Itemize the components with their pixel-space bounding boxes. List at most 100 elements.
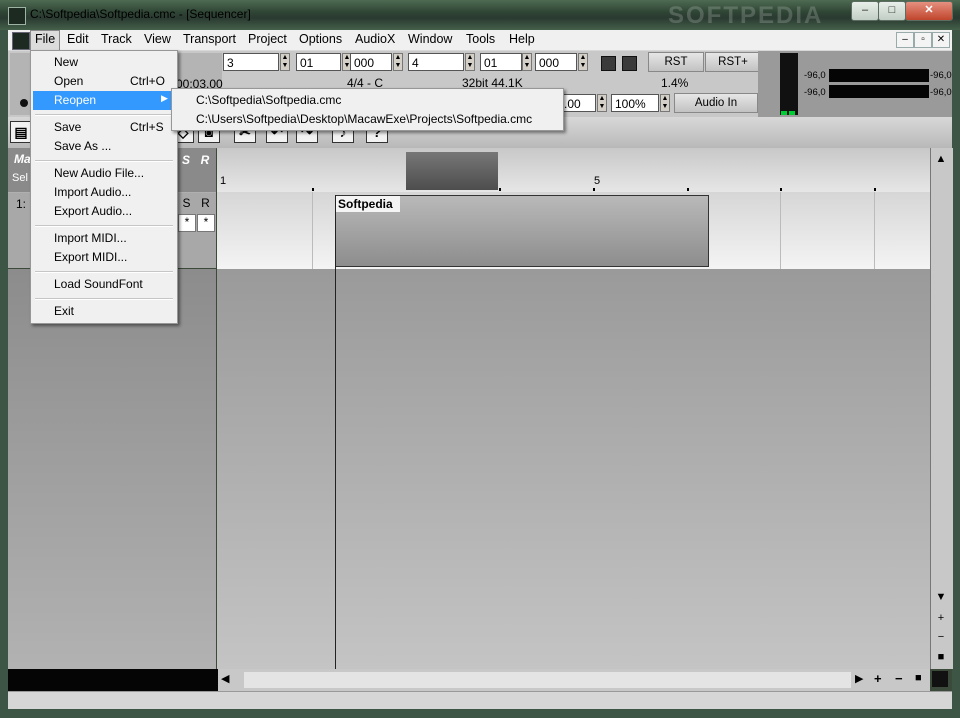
end-tick-spinner[interactable]: ▲ ▼ xyxy=(578,53,588,71)
menu-window[interactable]: Window xyxy=(408,32,452,46)
cpu-usage-readout: 1.4% xyxy=(661,76,689,90)
start-bar-field[interactable]: 3 xyxy=(223,53,279,71)
track-record-button[interactable]: R xyxy=(197,196,214,212)
start-tick-spinner[interactable]: ▲ ▼ xyxy=(393,53,403,71)
horizontal-scroll-thumb[interactable] xyxy=(244,672,851,688)
recent-file-2[interactable]: C:\Users\Softpedia\Desktop\MacawExe\Proj… xyxy=(196,112,532,126)
zoom-in-horizontal-icon[interactable]: + xyxy=(874,671,882,686)
meter-left-bar xyxy=(829,69,929,82)
menu-item-import-midi[interactable]: Import MIDI... xyxy=(54,231,127,245)
menu-project[interactable]: Project xyxy=(248,32,287,46)
menu-transport[interactable]: Transport xyxy=(183,32,236,46)
meter-left-db-label: -96,0 xyxy=(804,70,826,81)
punch-toggle-icon[interactable] xyxy=(622,56,637,71)
zoom-out-horizontal-icon[interactable]: − xyxy=(895,671,903,686)
scroll-left-icon[interactable]: ◀ xyxy=(221,672,229,685)
zoom-out-vertical-icon[interactable]: − xyxy=(933,629,949,645)
clip-label: Softpedia xyxy=(336,196,400,212)
zoom-fit-vertical-icon[interactable]: ■ xyxy=(933,649,949,665)
menu-bar: File Edit Track View Transport Project O… xyxy=(8,30,952,52)
menu-item-exit[interactable]: Exit xyxy=(54,304,74,318)
menu-options[interactable]: Options xyxy=(299,32,342,46)
start-bar-spinner[interactable]: ▲ ▼ xyxy=(280,53,290,71)
meter-green-left xyxy=(781,111,787,115)
rst-plus-button[interactable]: RST+ xyxy=(705,52,761,72)
scroll-down-icon[interactable]: ▼ xyxy=(933,589,949,605)
menu-item-open[interactable]: Open xyxy=(54,74,83,88)
zoom-fit-horizontal-icon[interactable]: ■ xyxy=(915,672,922,684)
mdi-close-button[interactable]: ✕ xyxy=(932,32,950,48)
menu-item-save-shortcut: Ctrl+S xyxy=(130,120,164,134)
end-beat-field[interactable]: 01 xyxy=(480,53,522,71)
menu-item-save[interactable]: Save xyxy=(54,120,81,134)
reopen-submenu: C:\Softpedia\Softpedia.cmc C:\Users\Soft… xyxy=(171,88,564,131)
window-title: C:\Softpedia\Softpedia.cmc - [Sequencer] xyxy=(30,7,251,21)
record-indicator-icon[interactable] xyxy=(20,99,28,107)
end-tick-field[interactable]: 000 xyxy=(535,53,577,71)
end-beat-spinner[interactable]: ▲ ▼ xyxy=(522,53,532,71)
softpedia-watermark: SOFTPEDIA xyxy=(668,2,824,29)
menu-separator xyxy=(35,271,173,273)
menu-item-export-midi[interactable]: Export MIDI... xyxy=(54,250,127,264)
audio-in-button[interactable]: Audio In xyxy=(674,93,758,113)
zoom-in-vertical-icon[interactable]: + xyxy=(933,610,949,626)
timeline-ruler[interactable]: 1 5 xyxy=(217,148,930,192)
status-bar xyxy=(8,691,952,709)
tempo-spinner[interactable]: ▲ ▼ xyxy=(597,94,607,112)
mdi-child-icon[interactable] xyxy=(12,32,30,50)
ruler-tick xyxy=(312,188,314,191)
arrange-area[interactable] xyxy=(217,269,930,669)
tempo-field[interactable]: .00 xyxy=(560,94,596,112)
track-solo-mark[interactable]: * xyxy=(178,214,196,232)
record-all-button[interactable]: R xyxy=(197,152,213,168)
recent-file-1[interactable]: C:\Softpedia\Softpedia.cmc xyxy=(196,93,341,107)
mdi-restore-button[interactable]: ▫ xyxy=(914,32,932,48)
bar-1-label: 1 xyxy=(220,175,227,187)
rst-button[interactable]: RST xyxy=(648,52,704,72)
app-icon[interactable] xyxy=(8,7,26,25)
track-header-title: Ma xyxy=(14,152,31,166)
maximize-button[interactable]: □ xyxy=(878,1,906,21)
menu-edit[interactable]: Edit xyxy=(67,32,89,46)
meter-left-db-peak: -96,0 xyxy=(930,70,952,81)
menu-view[interactable]: View xyxy=(144,32,171,46)
menu-item-save-as[interactable]: Save As ... xyxy=(54,139,111,153)
vertical-scrollbar[interactable]: ▲ ▼ + − ■ xyxy=(930,148,953,669)
horizontal-scrollbar[interactable]: ◀ ▶ + − ■ xyxy=(218,669,930,691)
menu-track[interactable]: Track xyxy=(101,32,132,46)
level-meter-panel: -96,0 -96,0 -96,0 -96,0 xyxy=(758,51,952,117)
menu-separator xyxy=(35,298,173,300)
end-bar-spinner[interactable]: ▲ ▼ xyxy=(465,53,475,71)
menu-item-new-audio-file[interactable]: New Audio File... xyxy=(54,166,144,180)
close-button[interactable]: ✕ xyxy=(905,1,953,21)
scroll-up-icon[interactable]: ▲ xyxy=(933,151,949,167)
mdi-minimize-button[interactable]: – xyxy=(896,32,914,48)
menu-tools[interactable]: Tools xyxy=(466,32,495,46)
grid-line xyxy=(312,192,313,269)
track-record-mark[interactable]: * xyxy=(197,214,215,232)
menu-file[interactable]: File xyxy=(30,30,61,52)
scroll-right-icon[interactable]: ▶ xyxy=(855,672,863,685)
menu-item-reopen[interactable]: Reopen xyxy=(54,93,96,107)
menu-audiox[interactable]: AudioX xyxy=(355,32,395,46)
solo-all-button[interactable]: S xyxy=(178,152,194,168)
track-solo-button[interactable]: S xyxy=(178,196,195,212)
track-list-icon[interactable]: ▤ xyxy=(10,121,32,143)
menu-item-export-audio[interactable]: Export Audio... xyxy=(54,204,132,218)
menu-item-import-audio[interactable]: Import Audio... xyxy=(54,185,131,199)
start-tick-field[interactable]: 000 xyxy=(350,53,392,71)
loop-toggle-icon[interactable] xyxy=(601,56,616,71)
file-menu-dropdown: New Open Ctrl+O Reopen ▶ Save Ctrl+S Sav… xyxy=(30,50,178,324)
minimize-button[interactable]: – xyxy=(851,1,879,21)
master-meter xyxy=(780,53,798,115)
loop-region-marker[interactable] xyxy=(406,152,498,190)
menu-item-new[interactable]: New xyxy=(54,55,78,69)
end-bar-field[interactable]: 4 xyxy=(408,53,464,71)
menu-help[interactable]: Help xyxy=(509,32,535,46)
menu-item-load-soundfont[interactable]: Load SoundFont xyxy=(54,277,143,291)
track-number: 1: xyxy=(16,197,27,211)
start-beat-field[interactable]: 01 xyxy=(296,53,341,71)
zoom-field[interactable]: 100% xyxy=(611,94,659,112)
corner-box xyxy=(932,671,948,687)
zoom-spinner[interactable]: ▲ ▼ xyxy=(660,94,670,112)
